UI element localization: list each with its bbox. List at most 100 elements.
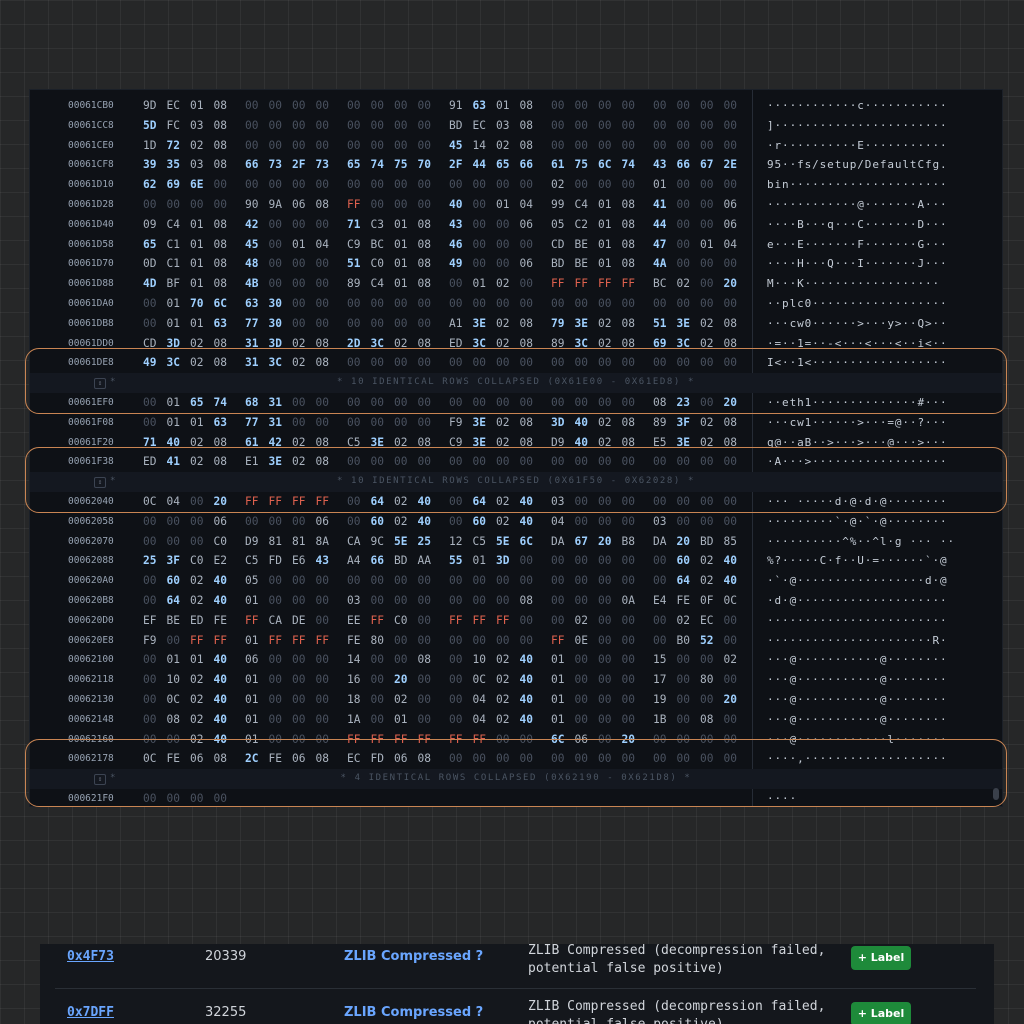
hex-byte: 15 xyxy=(653,653,667,667)
row-separator xyxy=(55,988,976,989)
hex-byte: 40 xyxy=(574,435,588,449)
hex-byte: 00 xyxy=(370,653,384,667)
result-offset-link[interactable]: 0x4F73 xyxy=(67,949,114,964)
scrollbar-thumb[interactable] xyxy=(993,788,999,800)
ascii-column: ··plc0·················· xyxy=(767,296,948,310)
hex-byte: BD xyxy=(551,257,565,271)
hex-byte: 65 xyxy=(496,158,510,172)
ascii-column: ·`·@·················d·@ xyxy=(767,574,948,588)
result-type-link[interactable]: ZLIB Compressed ? xyxy=(344,949,483,964)
hex-byte: 40 xyxy=(519,653,533,667)
hex-byte: 00 xyxy=(292,118,306,132)
hex-byte: 91 xyxy=(449,99,463,112)
result-type-link[interactable]: ZLIB Compressed ? xyxy=(344,1005,483,1020)
hex-byte: 62 xyxy=(143,178,157,192)
hex-byte: 00 xyxy=(496,455,510,469)
hex-byte: 00 xyxy=(519,554,533,568)
hex-byte: 00 xyxy=(653,554,667,568)
hex-byte: 00 xyxy=(394,633,408,647)
hex-byte: 69 xyxy=(166,178,180,192)
result-offset-link[interactable]: 0x7DFF xyxy=(67,1005,114,1020)
hex-row: 00061DE8 49 3C 02 08 31 3C 02 08 00 00 00 00 00 00 00 00… xyxy=(30,353,1002,373)
collapsed-rows[interactable]: ⇕ * * 10 IDENTICAL ROWS COLLAPSED (0X61F50… xyxy=(30,472,1002,492)
hex-offset: 00061DD0 xyxy=(68,337,114,349)
hex-byte: 00 xyxy=(723,356,737,370)
hex-byte: 02 xyxy=(190,673,204,687)
hex-byte: 00 xyxy=(370,99,384,112)
hex-byte: 63 xyxy=(245,296,259,310)
hex-byte: 00 xyxy=(700,296,714,310)
result-decimal: 20339 xyxy=(205,949,247,964)
hex-byte: 00 xyxy=(370,415,384,429)
hex-byte: 00 xyxy=(472,257,486,271)
hex-byte: DA xyxy=(653,534,667,548)
hex-byte: 01 xyxy=(245,633,259,647)
hex-byte: 03 xyxy=(190,118,204,132)
collapsed-rows[interactable]: ⇕ * * 10 IDENTICAL ROWS COLLAPSED (0X61E00… xyxy=(30,373,1002,393)
hex-byte: 00 xyxy=(292,732,306,746)
hex-byte: 00 xyxy=(574,712,588,726)
hex-byte: FF xyxy=(394,732,408,746)
hex-byte: 06 xyxy=(292,197,306,211)
add-label-button[interactable]: + Label xyxy=(851,946,911,970)
hex-byte: 71 xyxy=(347,217,361,231)
hex-byte: 00 xyxy=(472,633,486,647)
hex-row: 00061EF0 00 01 65 74 68 31 00 00 00 00 00 00 00 00 00 00… xyxy=(30,393,1002,413)
hex-row: 00062160 00 00 02 40 01 00 00 00 FF FF FF FF FF FF 00 00… xyxy=(30,730,1002,750)
ascii-column: I<··1<·················· xyxy=(767,356,948,370)
hex-byte: 02 xyxy=(496,494,510,508)
hex-byte: 08 xyxy=(621,435,635,449)
hex-byte: 3C xyxy=(268,356,282,370)
hex-byte: 00 xyxy=(472,752,486,766)
hex-byte: 04 xyxy=(315,237,329,251)
hex-byte: 3E xyxy=(676,316,690,330)
hex-byte: EC xyxy=(347,752,361,766)
hex-byte: 00 xyxy=(598,673,612,687)
hex-byte: 01 xyxy=(394,277,408,291)
hex-byte: 00 xyxy=(292,593,306,607)
hex-byte: 1B xyxy=(653,712,667,726)
hex-byte: 00 xyxy=(574,574,588,588)
hex-byte: 00 xyxy=(213,197,227,211)
hex-byte: BC xyxy=(370,237,384,251)
hex-byte: 6C xyxy=(598,158,612,172)
hex-byte: 08 xyxy=(519,316,533,330)
hex-byte: FE xyxy=(213,613,227,627)
hex-byte: 46 xyxy=(449,237,463,251)
hex-byte: 49 xyxy=(449,257,463,271)
hex-byte: 70 xyxy=(417,158,431,172)
hex-offset: 00061EF0 xyxy=(68,396,114,408)
collapsed-rows[interactable]: ⇕ * * 4 IDENTICAL ROWS COLLAPSED (0X62190 … xyxy=(30,769,1002,789)
hex-byte: 01 xyxy=(496,197,510,211)
hex-byte: 00 xyxy=(417,316,431,330)
hex-byte: FF xyxy=(598,277,612,291)
hex-byte: 00 xyxy=(598,712,612,726)
hex-byte: 40 xyxy=(723,574,737,588)
ascii-column: ···@···········@········ xyxy=(767,653,948,667)
hex-byte: 00 xyxy=(496,732,510,746)
hex-row: 00062178 0C FE 06 08 2C FE 06 08 EC FD 06 08 00 00 00 00… xyxy=(30,749,1002,769)
hex-byte: 00 xyxy=(268,217,282,231)
hex-byte: 00 xyxy=(598,613,612,627)
hex-byte: 00 xyxy=(292,138,306,152)
hex-byte: 00 xyxy=(166,197,180,211)
hex-byte: 02 xyxy=(496,712,510,726)
hex-byte: 00 xyxy=(417,455,431,469)
hex-byte: 19 xyxy=(653,692,667,706)
hex-byte: 08 xyxy=(519,99,533,112)
hex-byte: 00 xyxy=(676,197,690,211)
hex-byte: 00 xyxy=(315,732,329,746)
hex-byte: 08 xyxy=(621,217,635,231)
hex-offset: 000620B8 xyxy=(68,594,114,606)
hex-byte: 00 xyxy=(519,455,533,469)
hex-byte: 00 xyxy=(292,574,306,588)
hex-row: 00062088 25 3F C0 E2 C5 FD E6 43 A4 66 BD AA 55 01 3D 00… xyxy=(30,551,1002,571)
hex-byte: 20 xyxy=(598,534,612,548)
hex-byte: 00 xyxy=(417,296,431,310)
hex-byte: 40 xyxy=(519,514,533,528)
hex-offset: 00062160 xyxy=(68,733,114,745)
ascii-column: ··········^%··^l·g ··· ·· xyxy=(767,534,956,548)
hex-byte: 02 xyxy=(676,613,690,627)
add-label-button[interactable]: + Label xyxy=(851,1002,911,1024)
hex-byte: 00 xyxy=(551,752,565,766)
